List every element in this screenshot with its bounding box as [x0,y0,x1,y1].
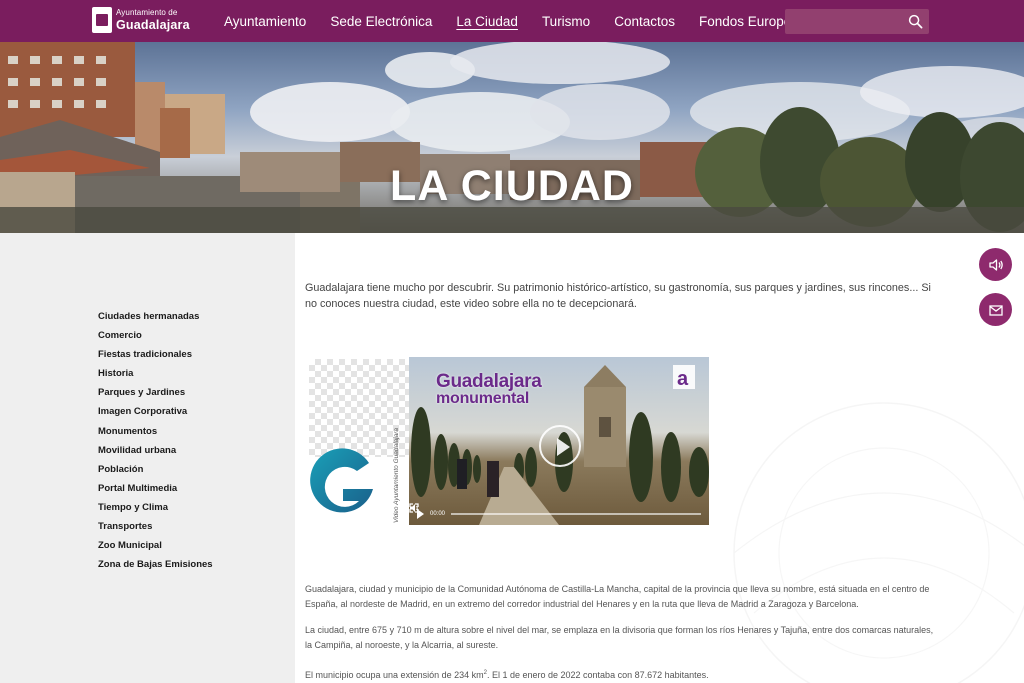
city-area-paragraph: El municipio ocupa una extensión de 234 … [305,666,935,683]
nav-contactos[interactable]: Contactos [614,14,675,29]
sidebar-item-parques-y-jardines[interactable]: Parques y Jardines [98,386,213,405]
city-altitude-paragraph: La ciudad, entre 675 y 710 m de altura s… [305,625,934,650]
video-play-button[interactable] [539,425,581,467]
sidebar-item-ciudades-hermanadas[interactable]: Ciudades hermanadas [98,310,213,329]
video-player[interactable]: a Guadalajara monumental 00:00 [409,357,709,525]
contact-mail-button[interactable] [979,293,1012,326]
population-text: . El 1 de enero de 2022 contaba con 87.6… [486,670,709,680]
nav-turismo[interactable]: Turismo [542,14,590,29]
search-icon[interactable] [908,14,923,29]
video-progress-bar[interactable] [451,513,701,515]
logo-big-text: Guadalajara [116,17,190,32]
nav-sede-electronica[interactable]: Sede Electrónica [330,14,432,29]
sidebar-item-zoo-municipal[interactable]: Zoo Municipal [98,539,213,558]
sidebar-item-poblacion[interactable]: Población [98,463,213,482]
video-title-line2: monumental [436,390,530,407]
video-controls: 00:00 [409,503,709,525]
sidebar-item-monumentos[interactable]: Monumentos [98,425,213,444]
sidebar-item-transportes[interactable]: Transportes [98,520,213,539]
nav-ayuntamiento[interactable]: Ayuntamiento [224,14,306,29]
logo-emblem-icon [92,7,112,33]
logo-text: Ayuntamiento de Guadalajara [116,7,190,32]
sidebar-item-zona-de-bajas-emisiones[interactable]: Zona de Bajas Emisiones [98,558,213,577]
nav-la-ciudad[interactable]: La Ciudad [456,14,518,29]
logo-small-text: Ayuntamiento de [116,7,178,17]
sidebar-menu: Ciudades hermanadas Comercio Fiestas tra… [98,310,213,577]
sidebar-item-comercio[interactable]: Comercio [98,329,213,348]
sidebar-item-historia[interactable]: Historia [98,367,213,386]
video-credit-label: Video Ayuntamiento Guadalajara [393,428,400,523]
guadalajara-g-logo-icon [310,448,373,513]
audio-reader-button[interactable] [979,248,1012,281]
sidebar-item-portal-multimedia[interactable]: Portal Multimedia [98,482,213,501]
sidebar-item-imagen-corporativa[interactable]: Imagen Corporativa [98,405,213,424]
intro-text: Guadalajara tiene mucho por descubrir. S… [305,282,931,310]
video-time: 00:00 [430,511,446,517]
main-content: Guadalajara tiene mucho por descubrir. S… [295,233,1024,683]
top-navbar: Ayuntamiento de Guadalajara Ayuntamiento… [0,0,1024,42]
area-text: El municipio ocupa una extensión de 234 … [305,670,484,680]
hero-banner: LA CIUDAD [0,42,1024,233]
page-title: LA CIUDAD [390,162,634,210]
main-nav: Ayuntamiento Sede Electrónica La Ciudad … [224,0,806,42]
speaker-icon [988,258,1003,271]
sidebar-item-tiempo-y-clima[interactable]: Tiempo y Clima [98,501,213,520]
search-input[interactable] [785,9,929,34]
sidebar-item-movilidad-urbana[interactable]: Movilidad urbana [98,444,213,463]
fullscreen-icon[interactable] [409,503,419,513]
site-logo[interactable]: Ayuntamiento de Guadalajara [92,7,190,33]
mail-icon [988,304,1003,316]
svg-text:a: a [677,368,689,390]
city-description-paragraph: Guadalajara, ciudad y municipio de la Co… [305,584,930,609]
sidebar-item-fiestas-tradicionales[interactable]: Fiestas tradicionales [98,348,213,367]
sidebar: Ciudades hermanadas Comercio Fiestas tra… [0,233,295,683]
